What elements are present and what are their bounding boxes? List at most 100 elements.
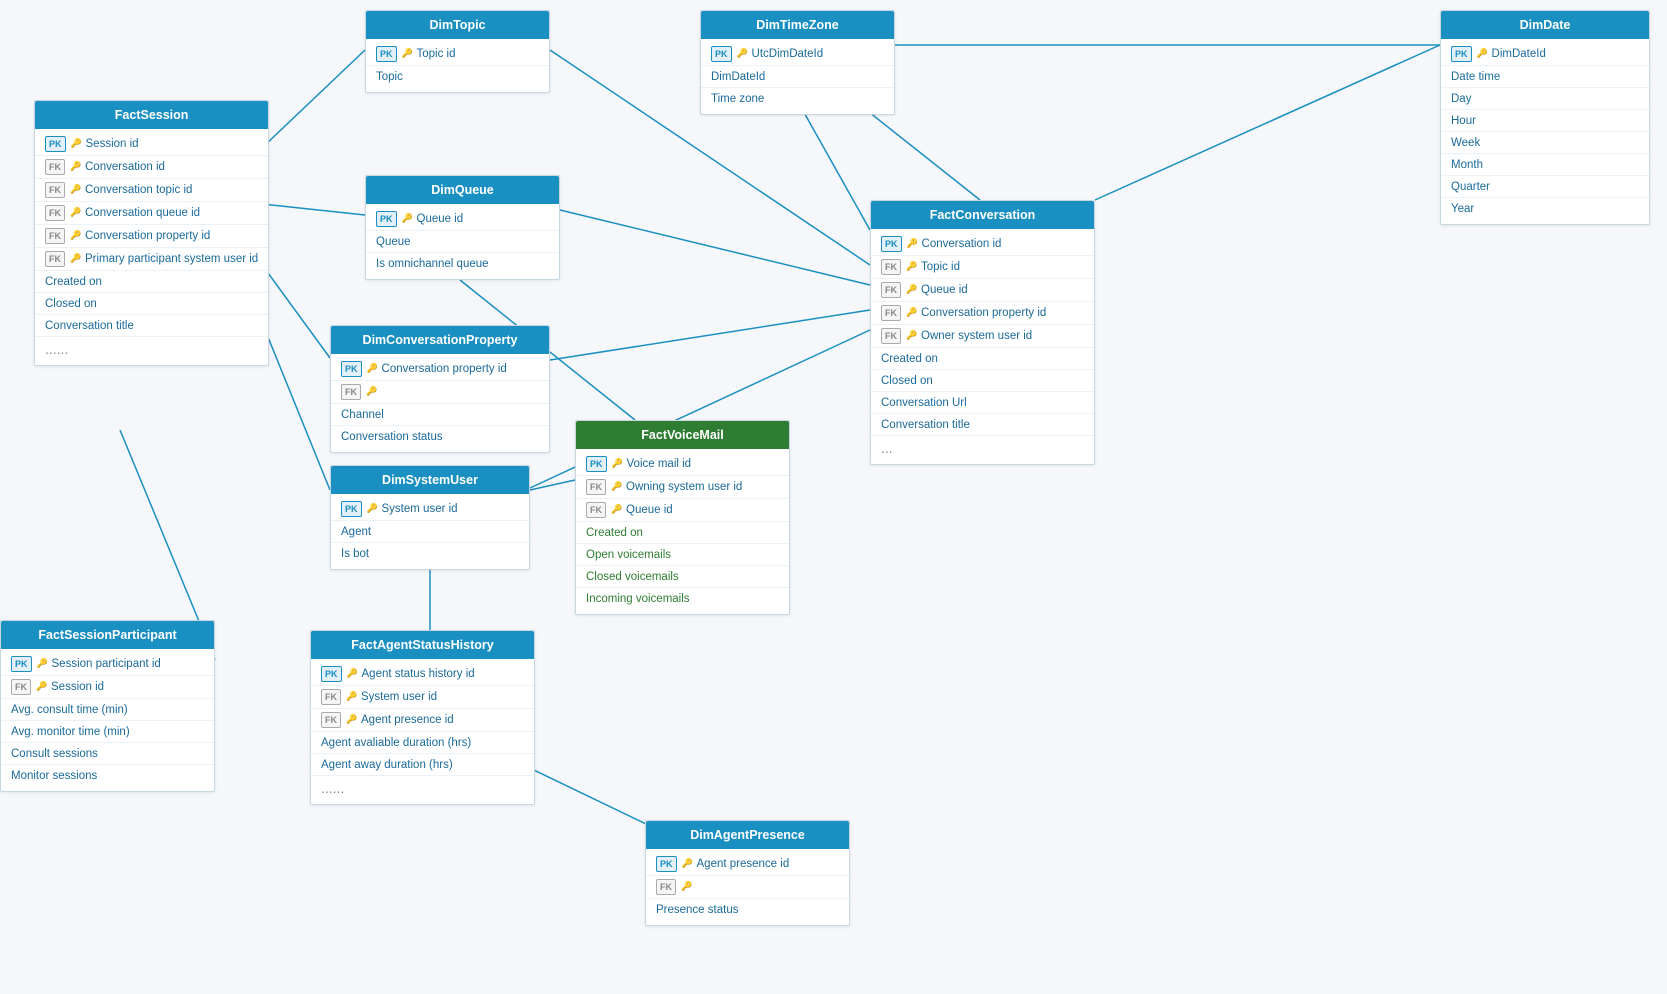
table-field: PK🔑Session id <box>35 133 268 156</box>
table-dimdate: DimDatePK🔑DimDateIdDate timeDayHourWeekM… <box>1440 10 1650 225</box>
field-label: Open voicemails <box>586 549 671 561</box>
table-header-dimtopic: DimTopic <box>366 11 549 39</box>
table-header-factvoicemail: FactVoiceMail <box>576 421 789 449</box>
table-field: FK🔑Conversation topic id <box>35 179 268 202</box>
fk-key-icon: 🔑 <box>681 881 693 893</box>
fk-key-icon: 🔑 <box>346 714 358 726</box>
table-field: Hour <box>1441 110 1649 132</box>
field-label: Is omnichannel queue <box>376 258 489 270</box>
table-field: Closed on <box>35 293 268 315</box>
table-field: Presence status <box>646 899 849 921</box>
fk-key-icon: 🔑 <box>70 253 82 265</box>
field-label: Created on <box>881 353 938 365</box>
fk-badge: FK <box>45 205 65 221</box>
table-field: Conversation status <box>331 426 549 448</box>
pk-badge: PK <box>45 136 66 152</box>
field-label: Agent status history id <box>362 668 475 680</box>
field-label: Owning system user id <box>626 481 742 493</box>
field-label: Topic id <box>921 261 960 273</box>
table-field: FK🔑System user id <box>311 686 534 709</box>
fk-key-icon: 🔑 <box>906 307 918 319</box>
pk-key-icon: 🔑 <box>1477 48 1489 60</box>
field-label: Year <box>1451 203 1474 215</box>
table-header-dimqueue: DimQueue <box>366 176 559 204</box>
fk-badge: FK <box>45 182 65 198</box>
fk-badge: FK <box>321 689 341 705</box>
field-label: Conversation queue id <box>85 207 200 219</box>
diagram: FactSessionPK🔑Session idFK🔑Conversation … <box>0 0 1667 994</box>
table-field: FK🔑Topic id <box>871 256 1094 279</box>
pk-badge: PK <box>376 211 397 227</box>
field-label: Conversation Url <box>881 397 967 409</box>
table-dimagentpresence: DimAgentPresencePK🔑Agent presence idFK🔑P… <box>645 820 850 926</box>
table-header-dimsystemuser: DimSystemUser <box>331 466 529 494</box>
field-label: Session participant id <box>52 658 161 670</box>
field-label: Month <box>1451 159 1483 171</box>
field-label: Incoming voicemails <box>586 593 690 605</box>
field-label: Session id <box>86 138 139 150</box>
table-field: Agent away duration (hrs) <box>311 754 534 776</box>
table-factsessionparticipant: FactSessionParticipant PK 🔑 Session partici… <box>0 620 215 792</box>
table-field: FK🔑Queue id <box>871 279 1094 302</box>
field-label: Topic <box>376 71 403 83</box>
field-label: UtcDimDateId <box>752 48 824 60</box>
fk-badge: FK <box>586 479 606 495</box>
table-field: PK🔑Agent presence id <box>646 853 849 876</box>
table-field: Open voicemails <box>576 544 789 566</box>
field-label: Topic id <box>417 48 456 60</box>
field-label: Conversation topic id <box>85 184 192 196</box>
pk-badge: PK <box>321 666 342 682</box>
table-field: Created on <box>871 348 1094 370</box>
fk-key-icon: 🔑 <box>346 691 358 703</box>
table-field: Conversation title <box>871 414 1094 436</box>
table-field: FK🔑Primary participant system user id <box>35 248 268 271</box>
table-field: Year <box>1441 198 1649 220</box>
field-label: Conversation id <box>85 161 165 173</box>
field-label: Consult sessions <box>11 748 98 760</box>
table-dimconversationproperty: DimConversationPropertyPK🔑Conversation p… <box>330 325 550 453</box>
fk-key-icon: 🔑 <box>70 161 82 173</box>
fk-badge: FK <box>881 282 901 298</box>
table-field: PK🔑DimDateId <box>1441 43 1649 66</box>
fk-badge: FK <box>45 228 65 244</box>
table-header-factagentstatushistory: FactAgentStatusHistory <box>311 631 534 659</box>
pk-key-icon: 🔑 <box>367 503 379 515</box>
fk-key-icon: 🔑 <box>906 261 918 273</box>
field-label: Conversation title <box>45 320 134 332</box>
table-field: PK🔑UtcDimDateId <box>701 43 894 66</box>
field-label: Owner system user id <box>921 330 1032 342</box>
fk-badge: FK <box>11 679 31 695</box>
field-label: Created on <box>45 276 102 288</box>
table-field: Is omnichannel queue <box>366 253 559 275</box>
table-field: PK🔑Voice mail id <box>576 453 789 476</box>
pk-badge: PK <box>11 656 32 672</box>
field-label: Is bot <box>341 548 369 560</box>
field-label: System user id <box>382 503 458 515</box>
table-header-factsessionparticipant: FactSessionParticipant <box>1 621 214 649</box>
field-label: Avg. consult time (min) <box>11 704 128 716</box>
table-field: Agent avaliable duration (hrs) <box>311 732 534 754</box>
fk-badge: FK <box>586 502 606 518</box>
table-field: Quarter <box>1441 176 1649 198</box>
fk-key-icon: 🔑 <box>611 481 623 493</box>
table-field: PK🔑Topic id <box>366 43 549 66</box>
pk-key-icon: 🔑 <box>907 238 919 250</box>
table-header-dimtimezone: DimTimeZone <box>701 11 894 39</box>
field-label: Week <box>1451 137 1480 149</box>
table-field: PK🔑Conversation property id <box>331 358 549 381</box>
table-field: FK🔑 <box>331 381 549 404</box>
fk-key-icon: 🔑 <box>36 681 48 693</box>
table-field: Avg. monitor time (min) <box>1 721 214 743</box>
fk-badge: FK <box>45 251 65 267</box>
field-label: DimDateId <box>1492 48 1546 60</box>
field-label: Agent away duration (hrs) <box>321 759 453 771</box>
table-field: Closed voicemails <box>576 566 789 588</box>
table-field: FK🔑Agent presence id <box>311 709 534 732</box>
field-label: Voice mail id <box>627 458 692 470</box>
field-label: Avg. monitor time (min) <box>11 726 130 738</box>
field-label: Queue id <box>417 213 464 225</box>
pk-badge: PK <box>376 46 397 62</box>
field-label: Quarter <box>1451 181 1490 193</box>
field-label: Conversation property id <box>921 307 1046 319</box>
pk-badge: PK <box>341 361 362 377</box>
